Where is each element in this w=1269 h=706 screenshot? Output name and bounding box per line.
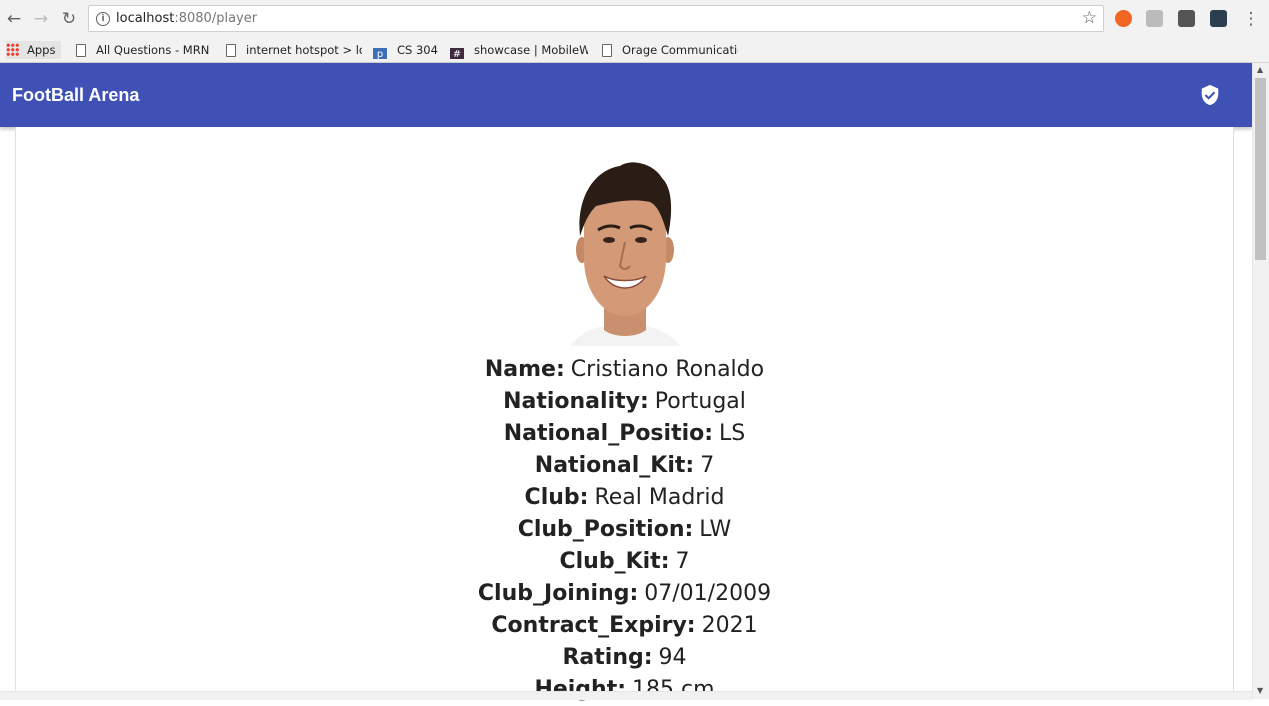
scroll-up-arrow-icon[interactable]: ▲: [1257, 65, 1263, 74]
page-icon: [602, 44, 612, 57]
page-icon: [226, 44, 236, 57]
extension-bulb-icon[interactable]: [1178, 10, 1195, 27]
extension-orange-icon[interactable]: [1115, 10, 1132, 27]
page-icon: [76, 44, 86, 57]
scrollbar-thumb[interactable]: [1255, 78, 1266, 260]
detail-label: Club_Joining:: [477, 581, 639, 606]
bookmark-label: All Questions - MRN: [96, 43, 210, 57]
detail-value: 94: [658, 645, 687, 670]
detail-value: 2021: [701, 613, 758, 638]
address-bar[interactable]: i localhost:8080/player ☆: [88, 5, 1104, 32]
detail-row: National_Positio: LS: [16, 418, 1233, 450]
detail-label: Club_Kit:: [559, 549, 670, 574]
detail-label: Name:: [484, 357, 565, 382]
detail-value: Real Madrid: [594, 485, 725, 510]
detail-row: Club_Kit: 7: [16, 546, 1233, 578]
detail-value: 07/01/2009: [644, 581, 772, 606]
detail-row: Height: 185 cm: [16, 674, 1233, 706]
bookmark-label: Orage Communicatio: [622, 43, 738, 57]
bookmark-label: internet hotspot > lo: [246, 43, 362, 57]
bookmark-apps[interactable]: Apps: [6, 41, 62, 59]
player-photo: [562, 158, 688, 346]
bookmarks-bar: Apps All Questions - MRN internet hotspo…: [0, 38, 1269, 63]
detail-value: Cristiano Ronaldo: [570, 357, 765, 382]
detail-row: National_Kit: 7: [16, 450, 1233, 482]
browser-toolbar: ← → ↻ i localhost:8080/player ☆ ⋮: [0, 0, 1269, 38]
browser-menu-icon[interactable]: ⋮: [1242, 9, 1260, 29]
detail-row: Contract_Expiry: 2021: [16, 610, 1233, 642]
bookmark-item[interactable]: internet hotspot > lo: [226, 41, 362, 59]
p-icon: p: [373, 48, 387, 59]
bookmark-label: CS 304: [397, 43, 438, 57]
detail-row: Rating: 94: [16, 642, 1233, 674]
player-details: Name: Cristiano Ronaldo Nationality: Portu…: [16, 354, 1233, 706]
detail-label: Club:: [524, 485, 589, 510]
detail-value: LW: [699, 517, 732, 542]
url-host: localhost: [116, 11, 175, 26]
bookmark-item[interactable]: p CS 304: [373, 41, 443, 59]
verified-shield-icon[interactable]: [1199, 83, 1221, 107]
detail-value: 7: [700, 453, 715, 478]
bookmark-item[interactable]: All Questions - MRN: [76, 41, 210, 59]
bookmark-apps-label: Apps: [27, 43, 56, 57]
detail-label: National_Positio:: [503, 421, 714, 446]
detail-value: LS: [719, 421, 746, 446]
detail-row: Name: Cristiano Ronaldo: [16, 354, 1233, 386]
detail-row: Club_Joining: 07/01/2009: [16, 578, 1233, 610]
detail-label: Rating:: [562, 645, 653, 670]
forward-button[interactable]: →: [32, 9, 50, 29]
bookmark-star-icon[interactable]: ☆: [1082, 8, 1097, 28]
back-button[interactable]: ←: [5, 9, 23, 29]
url-path: :8080/player: [174, 11, 258, 26]
detail-value: Portugal: [654, 389, 746, 414]
detail-label: Nationality:: [503, 389, 649, 414]
detail-value: 7: [675, 549, 690, 574]
hash-icon: #: [450, 48, 464, 59]
app-title: FootBall Arena: [12, 85, 140, 105]
detail-label: Contract_Expiry:: [491, 613, 696, 638]
bookmark-item[interactable]: Orage Communicatio: [602, 41, 738, 59]
bookmark-label: showcase | MobileW: [474, 43, 588, 57]
scroll-down-arrow-icon[interactable]: ▼: [1257, 686, 1263, 695]
detail-row: Club_Position: LW: [16, 514, 1233, 546]
detail-label: Club_Position:: [517, 517, 694, 542]
detail-row: Nationality: Portugal: [16, 386, 1233, 418]
app-toolbar: FootBall Arena: [0, 63, 1252, 127]
extension-cloud-icon[interactable]: [1146, 10, 1163, 27]
url-text[interactable]: localhost:8080/player: [116, 11, 257, 26]
reload-button[interactable]: ↻: [60, 9, 78, 29]
bookmark-item[interactable]: # showcase | MobileW: [450, 41, 588, 59]
detail-row: Club: Real Madrid: [16, 482, 1233, 514]
detail-label: National_Kit:: [534, 453, 695, 478]
player-card: Name: Cristiano Ronaldo Nationality: Portu…: [15, 127, 1234, 702]
vertical-scrollbar[interactable]: ▲ ▼: [1252, 63, 1269, 699]
apps-grid-icon: [6, 43, 19, 56]
info-icon[interactable]: i: [96, 12, 110, 26]
extension-u-icon[interactable]: [1210, 10, 1227, 27]
